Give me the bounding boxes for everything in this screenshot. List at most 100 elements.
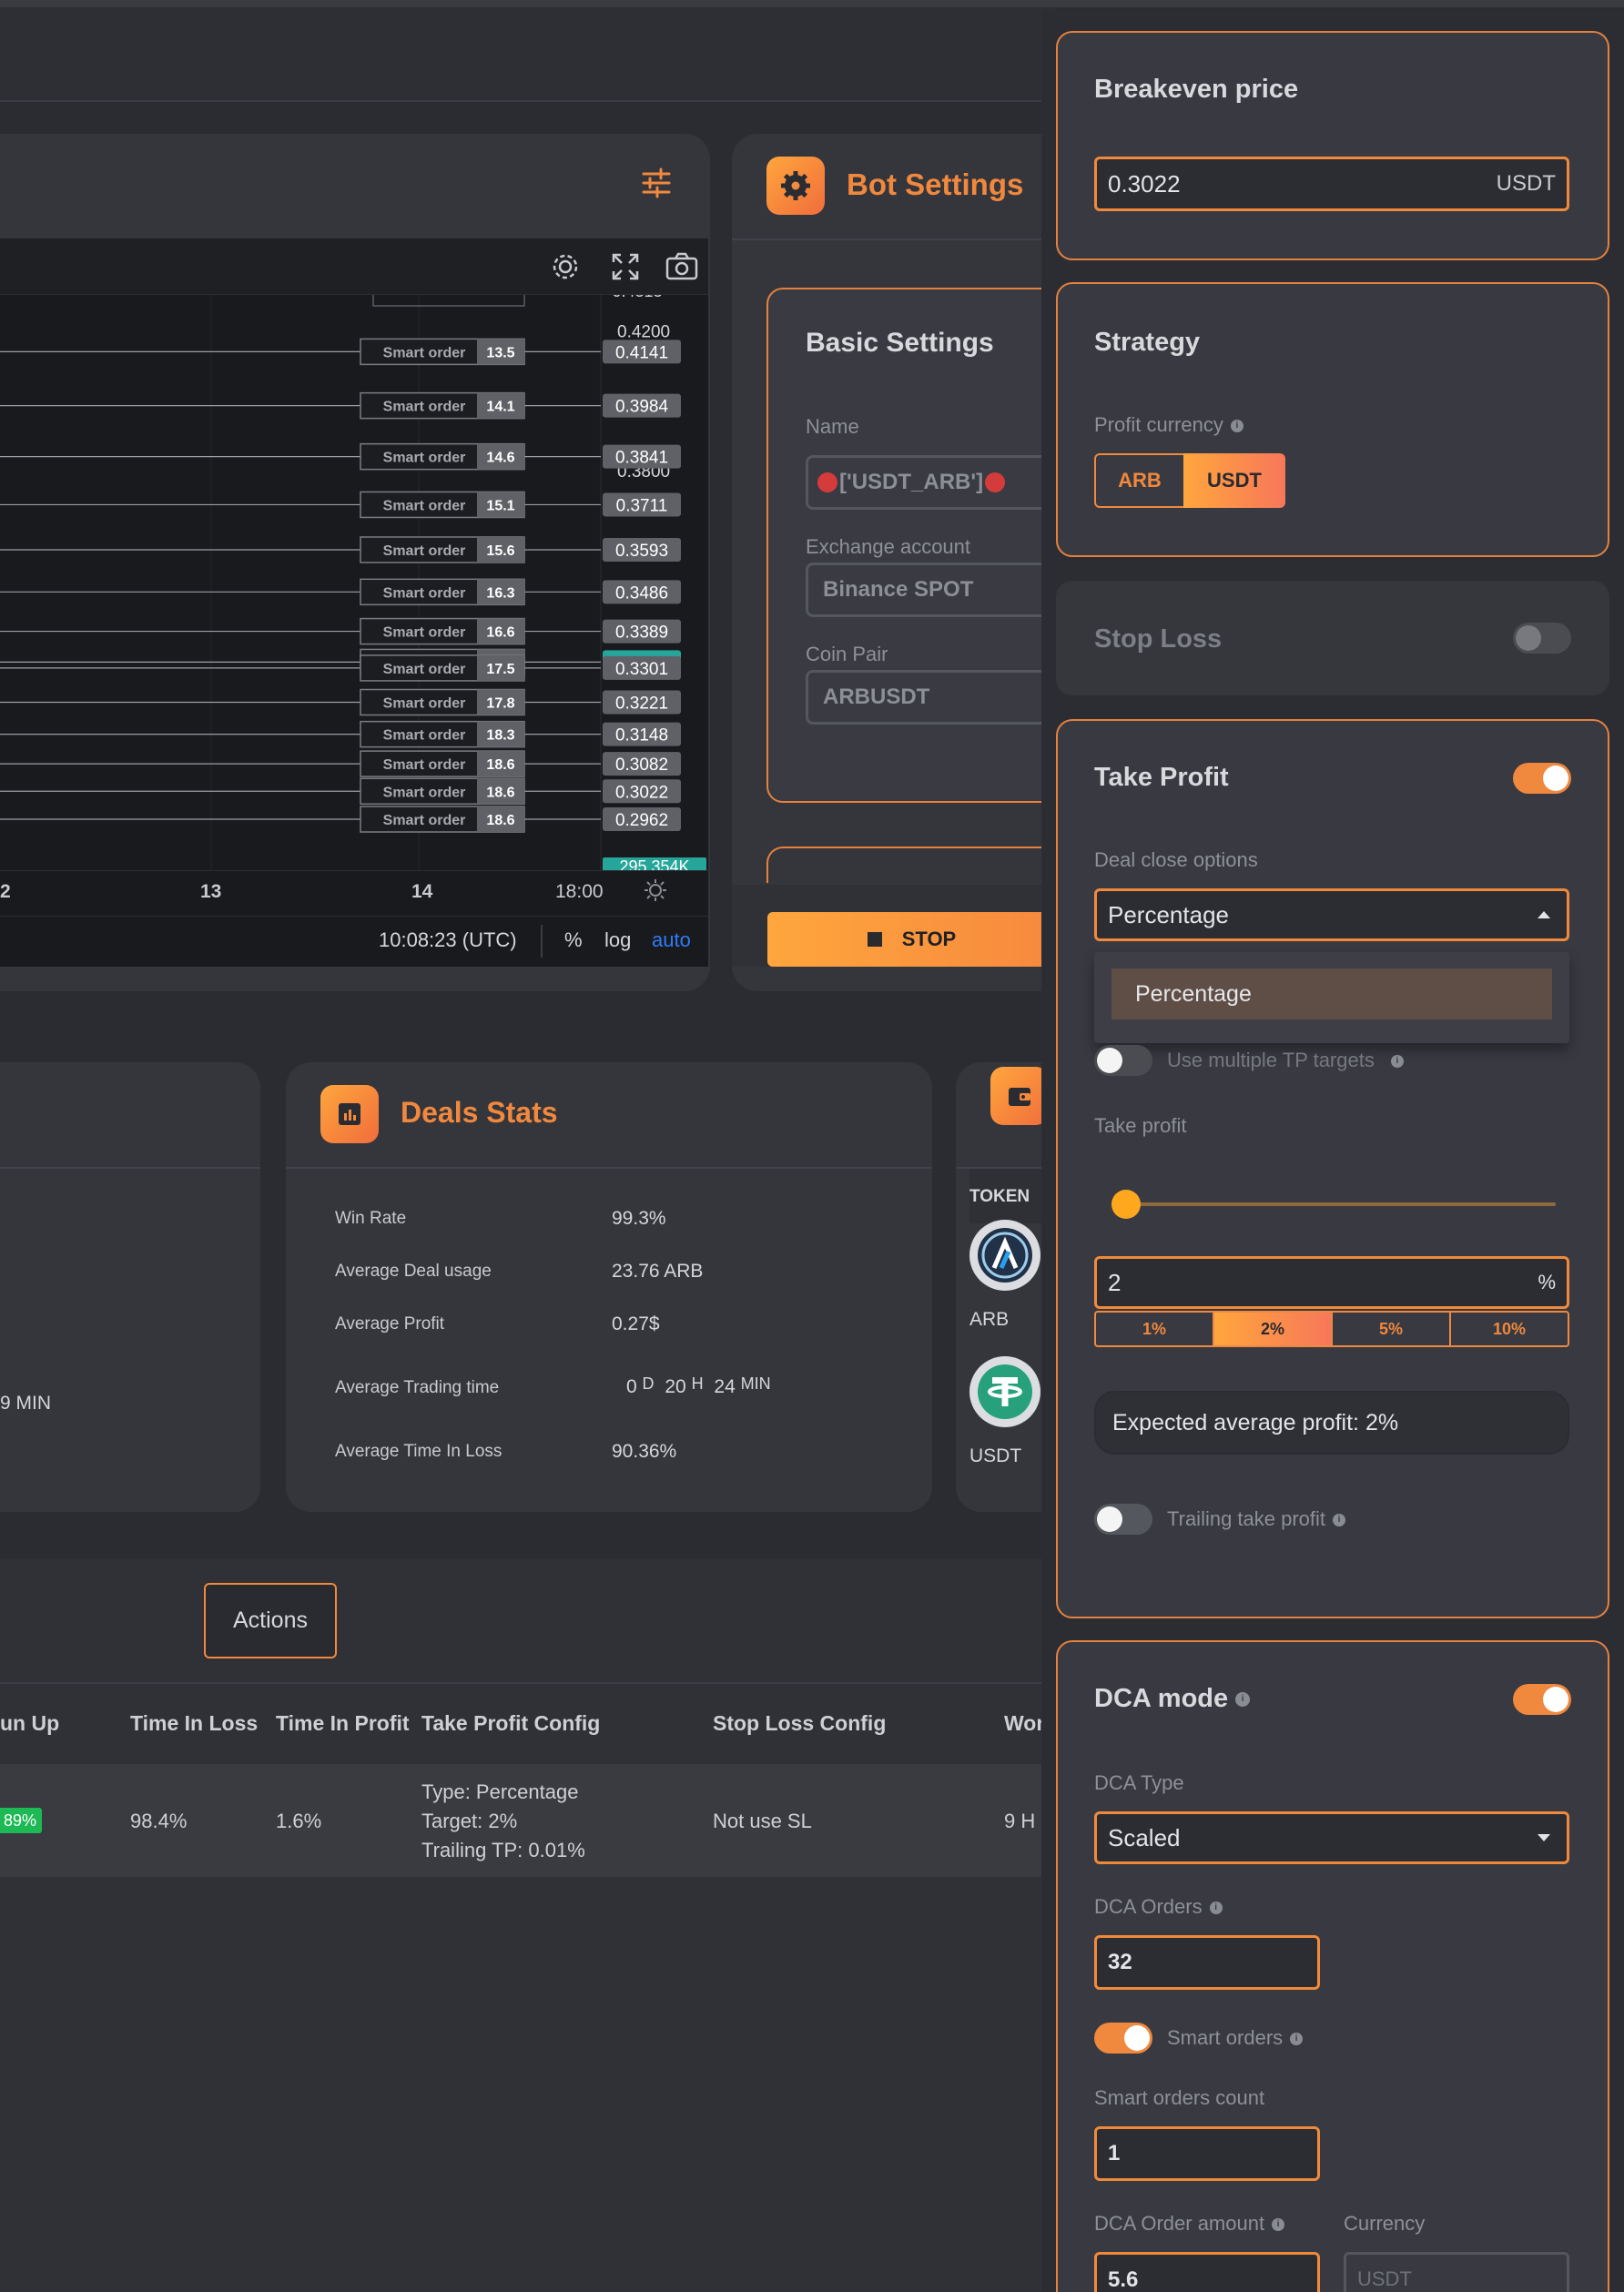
info-icon: i: [1290, 2033, 1304, 2046]
bot-settings-header-divider: [732, 238, 1056, 240]
dca-orders-label: DCA Orders i: [1094, 1895, 1223, 1919]
expected-profit-box: Expected average profit: 2%: [1094, 1391, 1569, 1455]
price-tag-label: 0.3593: [615, 542, 668, 561]
name-field[interactable]: ['USDT_ARB']: [806, 455, 1079, 510]
take-profit-toggle[interactable]: [1513, 763, 1571, 794]
actions-button[interactable]: Actions: [204, 1583, 337, 1658]
col-time-in-loss[interactable]: Time In Loss: [130, 1711, 258, 1736]
smart-count-input[interactable]: 1: [1094, 2126, 1320, 2181]
coin-pair-field[interactable]: ARBUSDT: [806, 670, 1079, 725]
order-qty: 16.6: [486, 625, 514, 641]
breakeven-unit: USDT: [1496, 171, 1556, 196]
smart-orders-toggle[interactable]: [1094, 2023, 1152, 2054]
dca-type-label: DCA Type: [1094, 1771, 1184, 1794]
currency-usdt-button[interactable]: USDT: [1183, 453, 1285, 508]
dca-type-select[interactable]: Scaled: [1094, 1811, 1569, 1864]
profit-currency-label: Profit currency i: [1094, 413, 1243, 437]
preset-5-button[interactable]: 5%: [1333, 1313, 1451, 1345]
order-label: Smart order: [383, 757, 466, 773]
stop-loss-toggle[interactable]: [1513, 623, 1571, 654]
basic-settings-title: Basic Settings: [806, 328, 994, 358]
usdt-token-icon: [969, 1356, 1040, 1427]
chart-settings-icon[interactable]: [550, 251, 588, 282]
run-up-badge: 89%: [0, 1808, 43, 1833]
scale-percent-button[interactable]: %: [564, 928, 583, 952]
col-take-profit-config[interactable]: Take Profit Config: [421, 1711, 600, 1736]
take-profit-label: Take profit: [1094, 1114, 1187, 1137]
dca-toggle[interactable]: [1513, 1684, 1571, 1715]
col-run-up[interactable]: un Up: [0, 1711, 59, 1736]
strategy-title: Strategy: [1094, 328, 1201, 357]
caret-up-icon: [1538, 911, 1550, 918]
take-profit-input[interactable]: 2 %: [1094, 1256, 1569, 1309]
deal-close-label: Deal close options: [1094, 848, 1258, 871]
chart-sun-icon[interactable]: [643, 877, 668, 903]
order-label: Smart order: [383, 498, 466, 513]
col-work[interactable]: Wor: [1004, 1711, 1044, 1736]
deal-close-select[interactable]: Percentage: [1094, 888, 1569, 941]
breakeven-value: 0.3022: [1108, 169, 1181, 198]
top-bar: [0, 0, 1056, 102]
dropdown-option-percentage[interactable]: Percentage: [1111, 969, 1552, 1019]
order-qty: 16.3: [486, 585, 514, 601]
avg-profit-label: Average Profit: [335, 1314, 445, 1334]
breakeven-input[interactable]: 0.3022 USDT: [1094, 157, 1569, 211]
dca-title: DCA mode i: [1094, 1684, 1251, 1714]
exchange-field[interactable]: Binance SPOT: [806, 563, 1079, 617]
coin-pair-value: ARBUSDT: [823, 685, 930, 709]
table-header-divider: [0, 1682, 1056, 1684]
currency-value: USDT: [1357, 2267, 1412, 2290]
price-tag-label: 0.3148: [615, 726, 668, 745]
price-tag-label: 0.4313: [612, 295, 662, 300]
preset-2-button[interactable]: 2%: [1214, 1313, 1333, 1345]
scale-auto-button[interactable]: auto: [652, 928, 691, 952]
currency-label: Currency: [1344, 2212, 1426, 2235]
volume-label: 295.354K: [619, 857, 689, 870]
info-icon: i: [1230, 420, 1243, 433]
tp-target-cell: Target: 2%: [421, 1810, 518, 1832]
col-stop-loss-config[interactable]: Stop Loss Config: [713, 1711, 886, 1736]
order-qty: 15.1: [486, 498, 514, 513]
chart-filter-icon[interactable]: [641, 167, 672, 198]
second-settings-box: [766, 847, 1067, 883]
deals-stats-title: Deals Stats: [401, 1096, 558, 1129]
order-qty: 14.1: [486, 400, 514, 415]
tp-type-cell: Type: Percentage: [421, 1780, 579, 1803]
take-profit-slider-track[interactable]: [1111, 1202, 1556, 1206]
preset-10-button[interactable]: 10%: [1451, 1313, 1568, 1345]
currency-arb-button[interactable]: ARB: [1094, 453, 1185, 508]
chart-divider: [541, 925, 543, 958]
preset-1-button[interactable]: 1%: [1096, 1313, 1214, 1345]
deals-stats-divider: [286, 1167, 932, 1169]
red-dot-icon: [817, 472, 837, 492]
bot-settings-icon: [766, 157, 825, 215]
dca-type-value: Scaled: [1108, 1823, 1181, 1851]
time-tick-2: 14: [411, 881, 433, 902]
time-in-loss-cell: 98.4%: [130, 1810, 188, 1832]
multi-tp-toggle[interactable]: [1094, 1045, 1152, 1076]
price-tag-label: 0.3022: [615, 783, 668, 802]
stop-icon: [867, 932, 882, 947]
chart-footer: [0, 916, 708, 967]
exchange-label: Exchange account: [806, 535, 971, 558]
price-tag-label: 0.4141: [615, 343, 668, 362]
scale-log-button[interactable]: log: [604, 928, 631, 952]
col-time-in-profit[interactable]: Time In Profit: [276, 1711, 410, 1736]
smart-count-value: 1: [1108, 2141, 1121, 2165]
chart-fullscreen-icon[interactable]: [610, 251, 641, 282]
price-tag-label: 0.3301: [615, 660, 668, 679]
dca-amount-input[interactable]: 5.6: [1094, 2252, 1320, 2292]
chart-camera-icon[interactable]: [665, 251, 699, 282]
stop-label: STOP: [901, 928, 957, 950]
trailing-tp-toggle[interactable]: [1094, 1504, 1152, 1535]
stop-button[interactable]: STOP: [767, 912, 1056, 967]
trading-days-unit: D: [642, 1374, 655, 1393]
order-qty: 18.6: [486, 785, 514, 800]
order-label: Smart order: [383, 662, 466, 677]
top-edge: [0, 0, 1624, 7]
avg-profit-value: 0.27$: [612, 1313, 660, 1334]
chart-clock: 10:08:23 (UTC): [379, 928, 517, 951]
dca-orders-input[interactable]: 32: [1094, 1935, 1320, 1990]
currency-select[interactable]: USDT: [1344, 2252, 1569, 2292]
chart-canvas[interactable]: 0.43130.42000.3800Smart order13.50.4141S…: [0, 295, 708, 870]
